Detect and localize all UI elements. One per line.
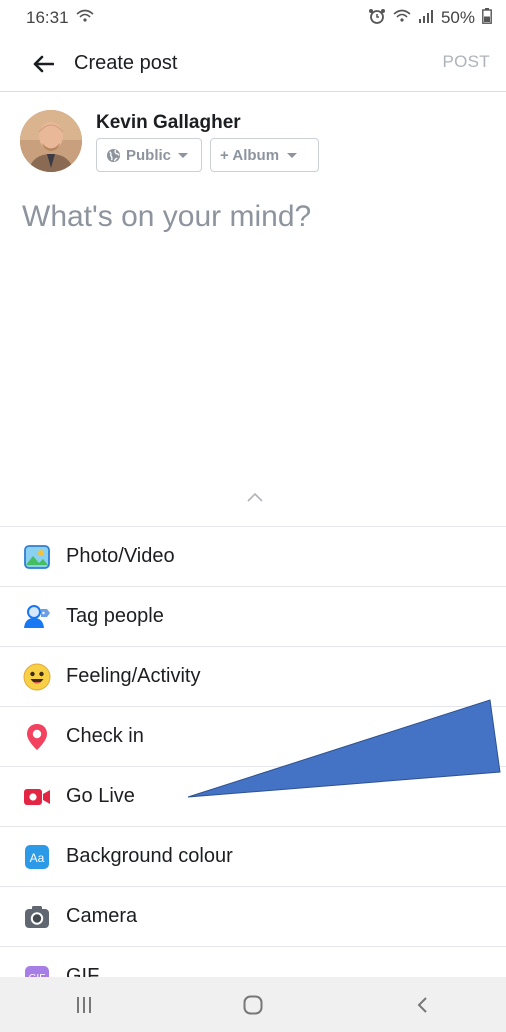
option-photo-video[interactable]: Photo/Video [0,526,506,586]
status-time: 16:31 [26,8,69,27]
option-label: Tag people [66,605,164,627]
caret-down-icon [178,152,189,158]
post-text-input[interactable]: What's on your mind? [22,200,482,500]
post-button[interactable]: POST [443,52,491,72]
camera-icon [22,902,52,932]
option-label: Feeling/Activity [66,665,201,687]
post-options-list: Photo/Video Tag people Feeling/Activity … [0,526,506,1006]
photo-icon [22,542,52,572]
caret-down-icon [287,152,298,158]
privacy-label: Public [126,146,172,164]
back-button[interactable] [26,47,60,81]
option-go-live[interactable]: Go Live [0,766,506,826]
option-label: Photo/Video [66,545,175,567]
smiley-icon [22,662,52,692]
wifi-calling-icon [76,8,94,28]
text-background-icon: Aa [22,842,52,872]
option-check-in[interactable]: Check in [0,706,506,766]
signal-icon [418,8,434,28]
alarm-icon [368,8,386,29]
back-nav-button[interactable] [402,985,442,1025]
option-label: Go Live [66,785,135,807]
option-feeling-activity[interactable]: Feeling/Activity [0,646,506,706]
live-video-icon [22,782,52,812]
option-label: Background colour [66,845,233,867]
page-title: Create post [74,52,178,74]
option-label: Check in [66,725,144,747]
svg-text:Aa: Aa [30,851,45,865]
globe-icon [106,148,121,162]
composer-header: Kevin Gallagher Public + Album [20,108,490,178]
option-camera[interactable]: Camera [0,886,506,946]
option-tag-people[interactable]: Tag people [0,586,506,646]
app-header: Create post POST [0,36,506,92]
option-label: Camera [66,905,138,927]
tag-people-icon [22,602,52,632]
battery-icon [482,7,492,29]
album-label: + Album [220,146,280,164]
user-name: Kevin Gallagher [96,112,241,133]
home-button[interactable] [233,985,273,1025]
chevron-up-icon[interactable] [245,490,265,504]
battery-level: 50% [440,8,475,27]
wifi-icon [393,8,411,28]
system-nav-bar [0,977,506,1032]
location-pin-icon [22,722,52,752]
recent-apps-button[interactable] [64,985,104,1025]
home-icon [243,995,263,1014]
option-background-colour[interactable]: Aa Background colour [0,826,506,886]
recent-apps-icon [77,996,92,1013]
back-arrow-icon [33,55,54,72]
back-chevron-icon [417,996,427,1013]
album-selector[interactable]: + Album [210,138,319,172]
privacy-selector[interactable]: Public [96,138,202,172]
avatar[interactable] [20,110,82,172]
status-bar: 16:31 50% [0,0,506,36]
